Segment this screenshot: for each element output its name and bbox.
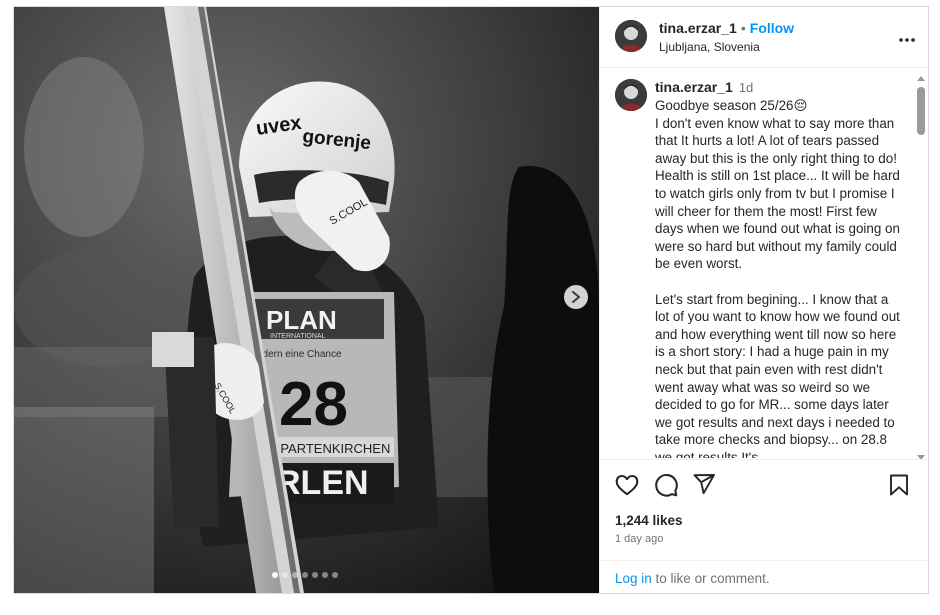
location-link[interactable]: Ljubljana, Slovenia <box>659 40 760 54</box>
profile-picture <box>615 79 647 111</box>
caption-text: Goodbye season 25/26😔 I don't even know … <box>655 97 905 458</box>
comment-icon <box>655 474 678 497</box>
share-icon <box>693 474 715 495</box>
comments-scrollbar[interactable] <box>916 75 926 461</box>
share-button[interactable] <box>692 472 716 501</box>
likes-count[interactable]: 1,244 likes <box>615 513 683 528</box>
avatar[interactable] <box>615 79 647 111</box>
caption-paragraph: Let's start from begining... I know that… <box>655 291 900 458</box>
heart-icon <box>615 474 639 496</box>
carousel-dot <box>282 572 288 578</box>
comment-button[interactable] <box>653 472 679 503</box>
bib-number: 28 <box>279 370 348 439</box>
carousel-dot <box>302 572 308 578</box>
post-timestamp[interactable]: 1 day ago <box>615 533 663 545</box>
caption-time[interactable]: 1d <box>739 80 753 95</box>
bib-sponsor: PLAN <box>266 305 337 335</box>
more-horizontal-icon <box>899 38 915 42</box>
carousel-dot <box>312 572 318 578</box>
login-link[interactable]: Log in <box>615 571 652 586</box>
carousel-dot <box>272 572 278 578</box>
save-button[interactable] <box>887 472 911 503</box>
post-actions: 1,244 likes 1 day ago Log in to like or … <box>600 459 928 593</box>
username-link[interactable]: tina.erzar_1 <box>659 20 737 36</box>
bib-brand: RLEN <box>276 464 369 502</box>
carousel-dot <box>292 572 298 578</box>
carousel-dot <box>332 572 338 578</box>
bib-slogan: ndern eine Chance <box>257 349 342 360</box>
follow-button[interactable]: Follow <box>750 20 794 36</box>
post-header: tina.erzar_1 • Follow Ljubljana, Slovenia <box>600 7 928 68</box>
more-options-button[interactable] <box>899 29 915 47</box>
bib-venue: -PARTENKIRCHEN <box>276 441 390 456</box>
carousel-indicators <box>272 572 338 578</box>
avatar[interactable] <box>615 20 647 52</box>
post-media[interactable]: PLAN INTERNATIONAL ndern eine Chance 28 … <box>14 7 599 593</box>
post-dialog: PLAN INTERNATIONAL ndern eine Chance 28 … <box>13 6 929 594</box>
caption-paragraph: I don't even know what to say more than … <box>655 115 900 272</box>
next-slide-button[interactable] <box>564 285 588 309</box>
post-side-panel: tina.erzar_1 • Follow Ljubljana, Slovenia <box>599 7 928 593</box>
login-prompt: Log in to like or comment. <box>600 560 928 593</box>
profile-picture <box>615 20 647 52</box>
scroll-thumb[interactable] <box>917 87 925 135</box>
scroll-up-arrow-icon[interactable] <box>917 76 925 81</box>
carousel-dot <box>322 572 328 578</box>
bookmark-icon <box>890 474 908 496</box>
bib-sponsor-sub: INTERNATIONAL <box>270 333 326 340</box>
caption-first-line: Goodbye season 25/26😔 <box>655 98 808 113</box>
post-photo: PLAN INTERNATIONAL ndern eine Chance 28 … <box>14 7 599 593</box>
comments-section[interactable]: tina.erzar_1 1d Goodbye season 25/26😔 I d… <box>600 68 928 458</box>
caption-username[interactable]: tina.erzar_1 <box>655 79 733 95</box>
chevron-right-icon <box>572 291 580 303</box>
like-button[interactable] <box>614 472 640 503</box>
separator-dot: • <box>740 20 746 36</box>
login-suffix: to like or comment. <box>651 571 770 586</box>
